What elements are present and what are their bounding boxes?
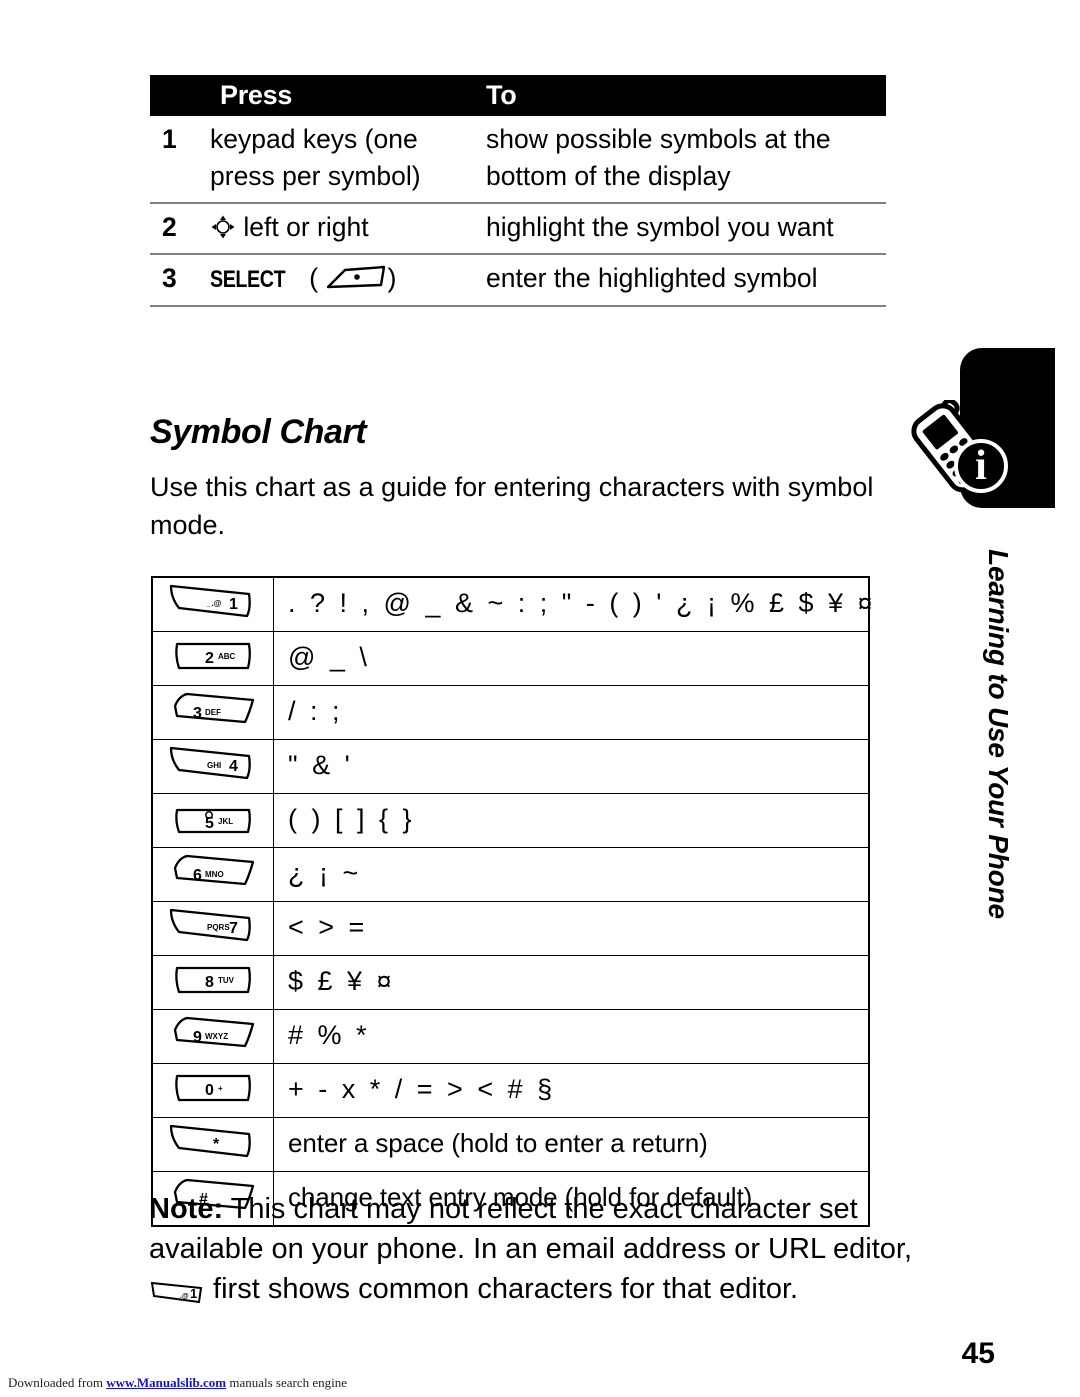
svg-text:7: 7	[229, 920, 238, 937]
svg-text:6: 6	[193, 867, 202, 884]
paren-open: (	[309, 263, 319, 294]
key-2-icon: 2 ABC	[151, 631, 274, 686]
svg-text:WXYZ: WXYZ	[205, 1032, 228, 1041]
svg-text:9: 9	[193, 1029, 202, 1046]
step-press-cell: left or right	[210, 202, 482, 256]
soft-key-icon	[318, 263, 387, 293]
symbol-chart-table: 1 _.@ . ? ! , @ _ & ~ : ; " - ( ) ' ¿ ¡ % …	[151, 576, 873, 1227]
sidebar-chapter-label: Learning to Use Your Phone	[983, 549, 1014, 919]
phone-info-icon: i	[907, 398, 1017, 498]
note-paragraph: Note: This chart may not reflect the exa…	[149, 1189, 929, 1316]
header-cell-blank	[150, 75, 210, 117]
svg-text:5: 5	[205, 815, 214, 832]
note-label: Note:	[149, 1193, 224, 1225]
step-to-text: show possible symbols at the bottom of t…	[482, 116, 886, 204]
table-row: 2 ABC @ _ \	[151, 631, 870, 686]
select-softkey-label: SELECT	[210, 266, 286, 294]
svg-text:_.@: _.@	[206, 599, 222, 608]
intro-paragraph: Use this chart as a guide for entering c…	[150, 472, 874, 541]
navigation-key-icon	[210, 212, 243, 242]
page-number: 45	[961, 1337, 995, 1370]
key-1-icon: _.@ 1	[149, 1276, 205, 1316]
svg-text:1: 1	[229, 596, 238, 613]
manualslib-link[interactable]: www.Manualslib.com	[106, 1375, 226, 1390]
key-symbols-text: # % *	[273, 1009, 870, 1064]
table-row: 9 WXYZ # % *	[151, 1009, 870, 1064]
footer-watermark: Downloaded from www.Manualslib.com manua…	[8, 1375, 347, 1391]
svg-text:+: +	[218, 1084, 223, 1093]
svg-text:TUV: TUV	[218, 976, 235, 985]
step-press-cell: SELECT ( )	[210, 254, 482, 308]
footer-suffix: manuals search engine	[226, 1375, 348, 1390]
svg-text:GHI: GHI	[207, 761, 221, 770]
svg-text:2: 2	[205, 650, 214, 667]
table-row: 6 MNO ¿ ¡ ~	[151, 847, 870, 902]
table-row: 3 SELECT ( ) enter the highlighted symbo…	[150, 254, 886, 308]
svg-text:MNO: MNO	[205, 870, 224, 879]
key-6-icon: 6 MNO	[151, 847, 274, 902]
svg-text:4: 4	[229, 758, 238, 775]
step-to-text: enter the highlighted symbol	[482, 254, 886, 308]
key-*-icon: *	[151, 1117, 274, 1172]
key-5-icon: 5 JKL	[151, 793, 274, 848]
sidebar-chapter-tab: i Learning to Use Your Phone	[911, 348, 1055, 1048]
step-to-text: highlight the symbol you want	[482, 202, 886, 256]
key-symbols-text: / : ;	[273, 685, 870, 740]
header-cell-press: Press	[210, 75, 482, 117]
procedure-table: Press To 1 keypad keys (one press per sy…	[150, 75, 886, 308]
key-1-icon: 1 _.@	[151, 576, 274, 632]
page-title: Symbol Chart	[150, 413, 367, 451]
note-text-second: first shows common characters for that e…	[205, 1273, 799, 1306]
key-4-icon: 4 GHI	[151, 739, 274, 794]
key-8-icon: 8 TUV	[151, 955, 274, 1010]
header-cell-to: To	[482, 75, 886, 117]
table-row: 5 JKL ( ) [ ] { }	[151, 793, 870, 848]
svg-text:3: 3	[193, 705, 202, 722]
table-row: 2 left or right highlight the symbol you	[150, 202, 886, 256]
table-row: 8 TUV $ £ ¥ ¤	[151, 955, 870, 1010]
key-symbols-text: . ? ! , @ _ & ~ : ; " - ( ) ' ¿ ¡ % £ $ …	[273, 576, 873, 632]
svg-text:1: 1	[190, 1286, 197, 1301]
key-3-icon: 3 DEF	[151, 685, 274, 740]
key-9-icon: 9 WXYZ	[151, 1009, 274, 1064]
svg-text:DEF: DEF	[205, 708, 221, 717]
note-text-first: This chart may not reflect the exact cha…	[149, 1193, 913, 1266]
table-row: 1 _.@ . ? ! , @ _ & ~ : ; " - ( ) ' ¿ ¡ % …	[151, 576, 873, 632]
svg-text:i: i	[975, 443, 987, 489]
step-number: 2	[150, 202, 210, 256]
step-number: 3	[150, 254, 210, 308]
svg-text:JKL: JKL	[218, 817, 233, 826]
step-press-text: keypad keys (one press per symbol)	[210, 116, 482, 204]
key-symbols-text: + - x * / = > < # §	[273, 1063, 870, 1118]
key-symbols-text: @ _ \	[273, 631, 870, 686]
table-row: 7 PQRS < > =	[151, 901, 870, 956]
table-row: 1 keypad keys (one press per symbol) sho…	[150, 116, 886, 204]
table-row: * enter a space (hold to enter a return)	[151, 1117, 870, 1172]
key-symbols-text: " & '	[273, 739, 870, 794]
svg-text:0: 0	[205, 1082, 214, 1099]
svg-text:*: *	[213, 1136, 220, 1153]
step-press-text: left or right	[243, 211, 369, 242]
svg-text:_.@: _.@	[175, 1293, 189, 1300]
paren-close: )	[387, 263, 397, 294]
svg-text:PQRS: PQRS	[207, 923, 230, 932]
key-7-icon: 7 PQRS	[151, 901, 274, 956]
svg-text:8: 8	[205, 974, 214, 991]
step-number: 1	[150, 116, 210, 204]
table-row: 3 DEF / : ;	[151, 685, 870, 740]
key-action-text: enter a space (hold to enter a return)	[273, 1117, 870, 1172]
svg-text:ABC: ABC	[218, 652, 236, 661]
key-0-icon: 0 +	[151, 1063, 274, 1118]
key-symbols-text: < > =	[273, 901, 870, 956]
key-symbols-text: ¿ ¡ ~	[273, 847, 870, 902]
table-row: 4 GHI " & '	[151, 739, 870, 794]
table-row: 0 + + - x * / = > < # §	[151, 1063, 870, 1118]
footer-prefix: Downloaded from	[8, 1375, 107, 1390]
key-symbols-text: ( ) [ ] { }	[273, 793, 870, 848]
procedure-table-header-row: Press To	[150, 75, 886, 117]
key-symbols-text: $ £ ¥ ¤	[273, 955, 870, 1010]
page-canvas: Press To 1 keypad keys (one press per sy…	[0, 0, 1080, 1397]
